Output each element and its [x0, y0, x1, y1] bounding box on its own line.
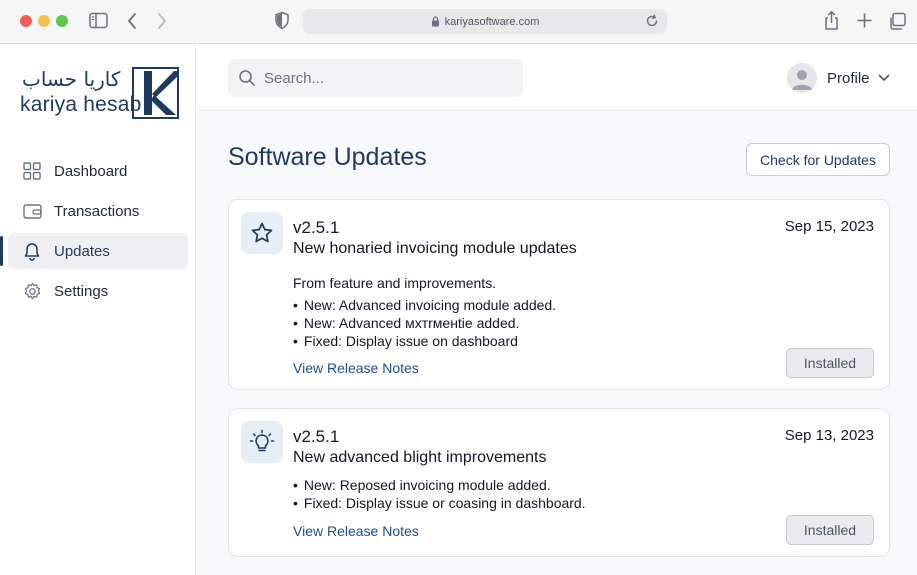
sidebar-item-label: Dashboard: [54, 162, 128, 180]
update-note: New: Advanced мxтrменtie added.: [293, 314, 556, 332]
close-window-button[interactable]: [20, 15, 32, 27]
update-date: Sep 13, 2023: [784, 427, 874, 444]
grid-icon: [22, 161, 42, 181]
sidebar-item-label: Updates: [54, 242, 110, 260]
tab-overview-icon[interactable]: [888, 12, 907, 31]
check-for-updates-button[interactable]: Check for Updates: [746, 143, 890, 176]
top-bar: Profile: [197, 45, 917, 111]
view-release-notes-link[interactable]: View Release Notes: [293, 360, 419, 376]
sidebar-item-label: Transactions: [54, 202, 140, 220]
maximize-window-button[interactable]: [56, 15, 68, 27]
update-date: Sep 15, 2023: [784, 218, 874, 235]
chevron-down-icon: [878, 74, 890, 82]
gear-icon: [22, 281, 42, 301]
view-release-notes-link[interactable]: View Release Notes: [293, 523, 419, 539]
update-title: New honaried invoicing module updates: [293, 240, 577, 257]
profile-label: Profile: [827, 69, 870, 87]
privacy-shield-icon[interactable]: [274, 11, 290, 30]
update-version: v2.5.1: [293, 218, 340, 237]
brand-logo[interactable]: كاريا حساب kariya hesab: [20, 67, 182, 123]
avatar: [787, 63, 817, 93]
update-title: New advanced blight improvements: [293, 449, 547, 466]
lock-icon: [431, 16, 440, 27]
star-icon: [241, 212, 283, 254]
lightbulb-icon: [241, 421, 283, 463]
address-url: kariyasoftware.com: [444, 15, 540, 28]
search-input[interactable]: [264, 69, 504, 87]
brand-mark-icon: [132, 67, 179, 119]
update-card: v2.5.1 New honaried invoicing module upd…: [228, 199, 890, 390]
brand-latin-name: kariya hesab: [20, 93, 142, 116]
sidebar-toggle-icon[interactable]: [89, 12, 108, 29]
update-notes-list: New: Advanced invoicing module added. Ne…: [293, 296, 556, 350]
minimize-window-button[interactable]: [38, 15, 50, 27]
search-icon: [238, 69, 256, 87]
back-icon[interactable]: [126, 12, 138, 30]
new-tab-icon[interactable]: [856, 12, 873, 29]
sidebar-item-updates[interactable]: Updates: [0, 233, 188, 269]
update-note: New: Reposed invoicing module added.: [293, 476, 586, 494]
update-notes-list: New: Reposed invoicing module added. Fix…: [293, 476, 586, 512]
browser-toolbar: kariyasoftware.com: [0, 0, 917, 44]
update-version: v2.5.1: [293, 427, 340, 446]
reload-icon[interactable]: [645, 14, 659, 28]
search-box[interactable]: [228, 59, 523, 97]
sidebar-item-settings[interactable]: Settings: [8, 273, 188, 309]
sidebar-item-label: Settings: [54, 282, 109, 300]
share-icon[interactable]: [823, 10, 840, 31]
update-card: v2.5.1 New advanced blight improvements …: [228, 408, 890, 557]
wallet-icon: [22, 201, 42, 221]
page-title: Software Updates: [228, 143, 427, 171]
installed-status-button[interactable]: Installed: [786, 348, 874, 378]
update-note: Fixed: Display issue or coasing in dashb…: [293, 494, 586, 512]
sidebar: كاريا حساب kariya hesab Dashboard Transa…: [0, 45, 196, 575]
main-content: Software Updates Check for Updates v2.5.…: [197, 112, 917, 575]
forward-icon[interactable]: [156, 12, 168, 30]
installed-status-button[interactable]: Installed: [786, 515, 874, 545]
sidebar-item-transactions[interactable]: Transactions: [8, 193, 188, 229]
update-note: Fixed: Display issue on dashboard: [293, 332, 556, 350]
brand-arabic-name: كاريا حساب: [22, 67, 121, 91]
update-note: New: Advanced invoicing module added.: [293, 296, 556, 314]
sidebar-item-dashboard[interactable]: Dashboard: [8, 153, 188, 189]
sidebar-nav: Dashboard Transactions Updates Settings: [0, 153, 196, 313]
update-summary: From feature and improvements.: [293, 275, 497, 291]
address-bar[interactable]: kariyasoftware.com: [303, 9, 667, 34]
bell-icon: [22, 241, 42, 261]
profile-menu[interactable]: Profile: [787, 62, 890, 94]
